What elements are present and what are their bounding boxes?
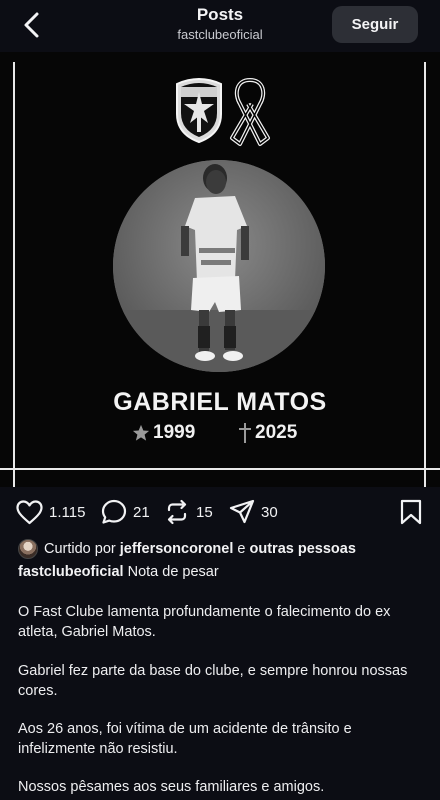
frame-line-right [424, 62, 426, 487]
post-image[interactable]: GABRIEL MATOS 1999 2025 [0, 52, 440, 487]
like-count: 1.115 [49, 503, 86, 521]
birth-year: 1999 [132, 422, 195, 444]
send-icon [229, 499, 255, 524]
caption-paragraph: Nossos pêsames aos seus familiares e ami… [18, 779, 325, 795]
liked-by-conj: e [237, 541, 246, 557]
repost-icon [167, 499, 187, 525]
liked-by-row[interactable]: Curtido por jeffersoncoronel e outras pe… [18, 539, 356, 559]
caption-header: fastclubeoficial Nota de pesar [18, 564, 219, 580]
birth-year-label: 1999 [153, 422, 196, 443]
club-crest-icon [176, 78, 222, 144]
like-button[interactable]: 1.115 [16, 498, 85, 526]
share-button[interactable]: 30 [229, 498, 278, 526]
comment-count: 21 [133, 503, 150, 521]
liked-by-user[interactable]: jeffersoncoronel [120, 541, 234, 557]
caption-paragraph: O Fast Clube lamenta profundamente o fal… [18, 604, 391, 640]
player-name: GABRIEL MATOS [113, 388, 327, 416]
avatar [18, 539, 38, 559]
follow-button[interactable]: Seguir [332, 6, 418, 43]
caption-username[interactable]: fastclubeoficial [18, 564, 124, 580]
liked-by-prefix: Curtido por [44, 541, 116, 557]
repost-button[interactable]: 15 [164, 498, 213, 526]
bookmark-icon[interactable] [399, 499, 423, 525]
share-count: 30 [261, 503, 278, 521]
frame-line-bottom [0, 468, 440, 470]
comment-button[interactable]: 21 [101, 498, 150, 526]
liked-by-others[interactable]: outras pessoas [250, 541, 356, 557]
caption-paragraph: Aos 26 anos, foi vítima de um acidente d… [18, 721, 352, 757]
player-photo [113, 160, 325, 372]
repost-count: 15 [196, 503, 213, 521]
post-actions-bar: 1.115 21 15 30 [0, 492, 440, 532]
mourning-ribbon-icon [230, 78, 270, 146]
caption-title: Nota de pesar [127, 564, 219, 580]
frame-line-left [13, 62, 15, 487]
heart-icon [16, 499, 43, 524]
caption-paragraph: Gabriel fez parte da base do clube, e se… [18, 663, 408, 699]
comment-icon [101, 499, 127, 524]
cross-icon [239, 423, 251, 443]
top-bar: Posts fastclubeoficial Seguir [0, 0, 440, 52]
death-year-label: 2025 [255, 422, 298, 443]
death-year: 2025 [238, 422, 297, 444]
star-icon [132, 424, 150, 441]
